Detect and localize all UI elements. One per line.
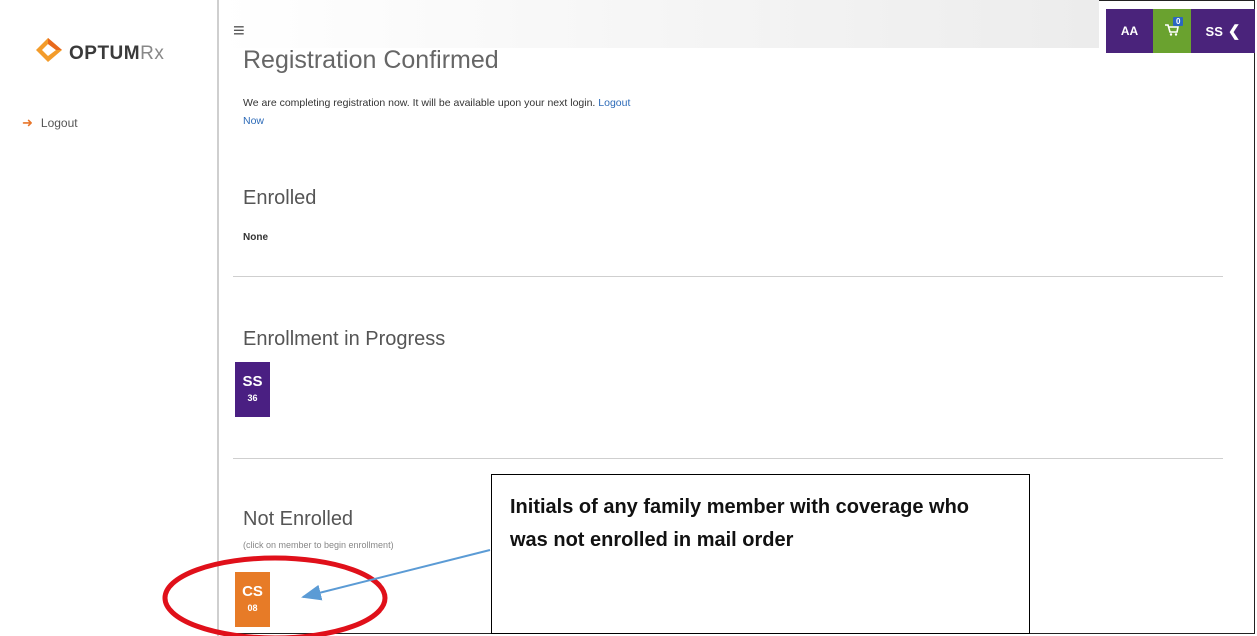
user-initials: SS <box>1205 23 1223 39</box>
optumrx-logo[interactable]: OPTUMRx <box>32 36 164 66</box>
page-title: Registration Confirmed <box>243 46 499 74</box>
logo-text: OPTUMRx <box>69 43 165 64</box>
not-enrolled-heading: Not Enrolled <box>243 508 354 530</box>
message-text: We are completing registration now. It w… <box>243 97 596 109</box>
enrolled-value: None <box>243 232 268 243</box>
callout-text: Initials of any family member with cover… <box>510 496 970 551</box>
chevron-left-icon: ❮ <box>1227 23 1241 40</box>
divider <box>233 458 1223 459</box>
member-initials: SS <box>242 373 263 390</box>
optum-logo-icon <box>32 36 66 66</box>
member-tile-ss[interactable]: SS 36 <box>235 362 270 417</box>
in-progress-heading: Enrollment in Progress <box>243 328 446 350</box>
logout-arrow-icon: ➜ <box>22 115 33 130</box>
cart-count-badge: 0 <box>1173 17 1184 26</box>
sidebar-logout-label: Logout <box>40 116 78 130</box>
member-tile-cs[interactable]: CS 08 <box>235 572 270 627</box>
not-enrolled-hint: (click on member to begin enrollment) <box>243 540 394 550</box>
sidebar-logout[interactable]: ➜ Logout <box>22 115 78 131</box>
hamburger-menu-icon[interactable]: ≡ <box>233 21 245 41</box>
sidebar: OPTUMRx ➜ Logout <box>0 0 219 636</box>
divider <box>233 276 1223 277</box>
cart-button[interactable]: 0 <box>1153 9 1191 53</box>
top-action-buttons: AA 0 SS ❮ <box>1106 9 1255 53</box>
text-size-button[interactable]: AA <box>1106 9 1153 53</box>
annotation-callout-box: Initials of any family member with cover… <box>491 474 1030 634</box>
user-menu-button[interactable]: SS ❮ <box>1191 9 1255 53</box>
top-bar-background <box>219 0 1099 48</box>
member-initials: CS <box>242 583 263 600</box>
enrolled-heading: Enrolled <box>243 187 317 209</box>
member-age: 08 <box>247 603 258 613</box>
member-age: 36 <box>247 393 258 403</box>
registration-message: We are completing registration now. It w… <box>243 94 783 130</box>
